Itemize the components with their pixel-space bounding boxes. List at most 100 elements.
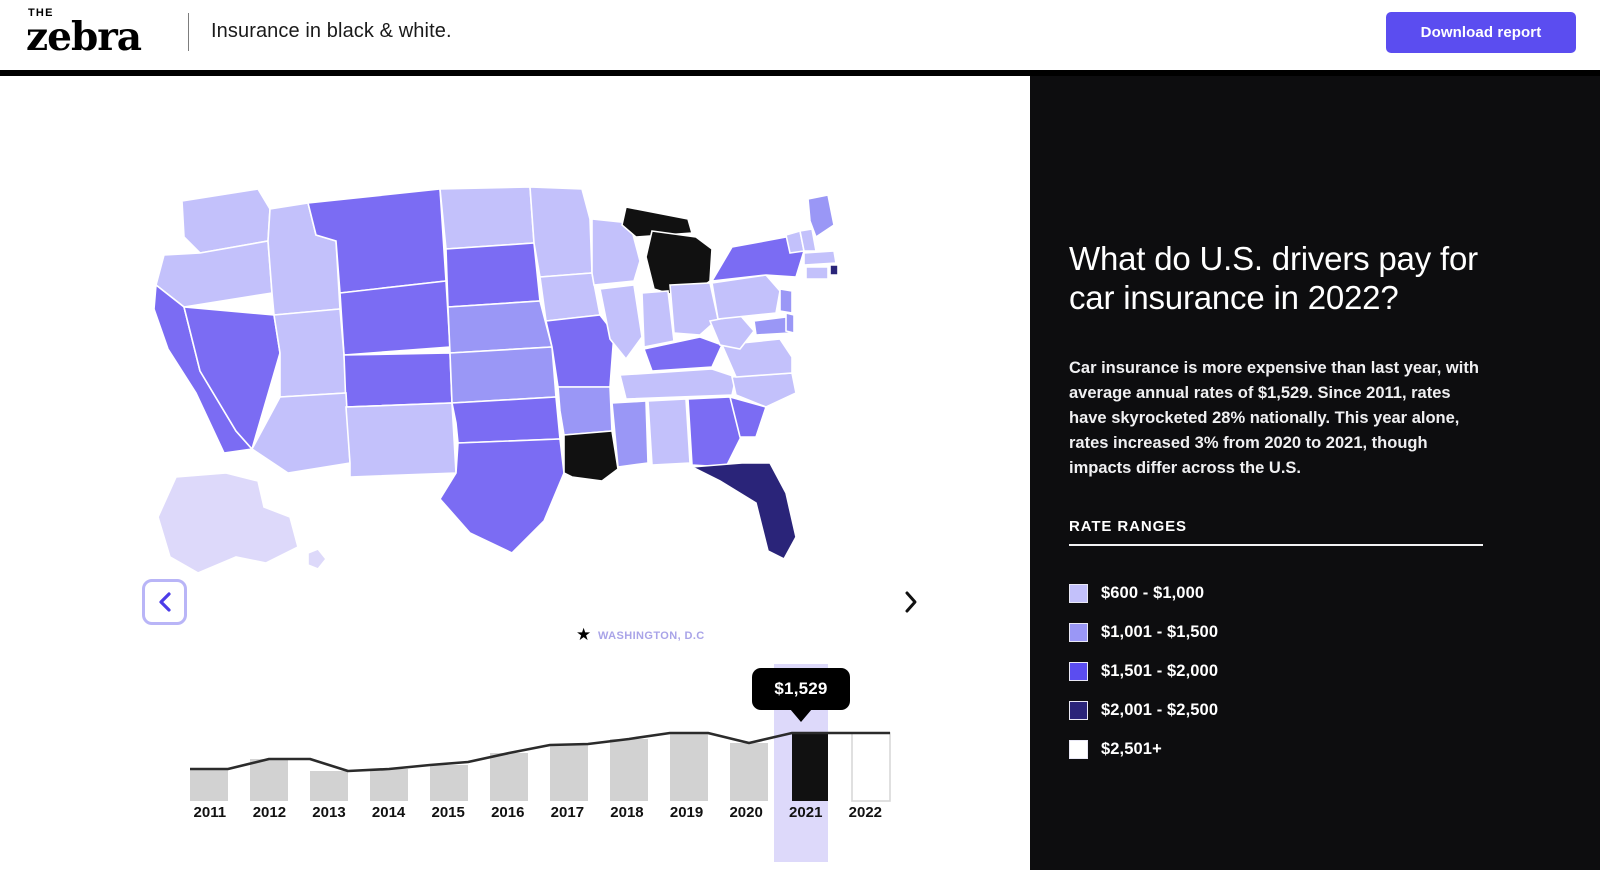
map-svg bbox=[153, 186, 839, 574]
state-texas[interactable] bbox=[439, 438, 565, 554]
year-label-2011[interactable]: 2011 bbox=[180, 804, 240, 821]
year-label-2020[interactable]: 2020 bbox=[716, 804, 776, 821]
legend-swatch-icon bbox=[1069, 740, 1088, 759]
state-louisiana[interactable] bbox=[563, 430, 619, 482]
legend-item-label: $2,501+ bbox=[1101, 740, 1162, 758]
state-connecticut[interactable] bbox=[805, 266, 829, 280]
state-missouri[interactable] bbox=[545, 314, 615, 388]
bar-2020[interactable] bbox=[730, 743, 768, 801]
bar-2019[interactable] bbox=[670, 733, 708, 801]
state-florida[interactable] bbox=[689, 462, 797, 561]
legend-swatch-icon bbox=[1069, 623, 1088, 642]
chevron-left-icon bbox=[158, 592, 171, 612]
trend-line bbox=[190, 731, 890, 773]
tagline: Insurance in black & white. bbox=[211, 20, 452, 43]
page-header: THE zebra Insurance in black & white. Do… bbox=[0, 0, 1600, 70]
year-timeline[interactable]: $1,529 2011 2012 2013 2014 2015 2016 201… bbox=[180, 656, 900, 870]
bar-2012[interactable] bbox=[250, 759, 288, 801]
year-label-2016[interactable]: 2016 bbox=[478, 804, 538, 821]
bar-2011[interactable] bbox=[190, 769, 228, 801]
washington-dc-label: WASHINGTON, D.C bbox=[598, 630, 705, 642]
state-iowa[interactable] bbox=[539, 272, 601, 322]
legend-item-label: $600 - $1,000 bbox=[1101, 584, 1205, 602]
state-mississippi[interactable] bbox=[611, 400, 649, 468]
year-label-2014[interactable]: 2014 bbox=[359, 804, 419, 821]
chevron-right-icon bbox=[905, 591, 917, 613]
info-pane: What do U.S. drivers pay for car insuran… bbox=[1030, 76, 1600, 870]
bar-2018[interactable] bbox=[610, 739, 648, 801]
state-wyoming[interactable] bbox=[339, 280, 451, 356]
infographic-root: THE zebra Insurance in black & white. Do… bbox=[0, 0, 1600, 870]
state-south-dakota[interactable] bbox=[445, 242, 541, 308]
legend-divider bbox=[1069, 544, 1483, 546]
state-minnesota[interactable] bbox=[529, 186, 593, 278]
state-utah[interactable] bbox=[273, 308, 347, 398]
state-arkansas[interactable] bbox=[557, 386, 613, 436]
state-nebraska[interactable] bbox=[447, 300, 554, 354]
state-north-dakota[interactable] bbox=[439, 186, 535, 250]
us-choropleth-map[interactable] bbox=[140, 181, 860, 601]
year-label-2017[interactable]: 2017 bbox=[538, 804, 598, 821]
download-report-button[interactable]: Download report bbox=[1386, 12, 1576, 53]
legend-item-2501-plus[interactable]: $2,501+ bbox=[1069, 730, 1489, 769]
legend-item-1501-2000[interactable]: $1,501 - $2,000 bbox=[1069, 652, 1489, 691]
state-tennessee[interactable] bbox=[618, 368, 737, 400]
state-new-mexico[interactable] bbox=[345, 402, 457, 478]
legend-heading: RATE RANGES bbox=[1069, 518, 1187, 535]
bar-2016[interactable] bbox=[490, 753, 528, 801]
state-delaware[interactable] bbox=[785, 311, 795, 335]
year-label-2021[interactable]: 2021 bbox=[776, 804, 836, 821]
next-year-button[interactable] bbox=[893, 581, 929, 623]
bar-2015[interactable] bbox=[430, 765, 468, 801]
previous-year-button[interactable] bbox=[142, 579, 187, 625]
year-label-2015[interactable]: 2015 bbox=[418, 804, 478, 821]
legend-item-label: $1,501 - $2,000 bbox=[1101, 662, 1219, 680]
year-label-2013[interactable]: 2013 bbox=[299, 804, 359, 821]
map-pane: ★ WASHINGTON, D.C $1,529 2011 2012 2013 … bbox=[0, 76, 1030, 870]
state-alaska[interactable] bbox=[157, 472, 299, 574]
state-new-jersey[interactable] bbox=[779, 288, 793, 314]
brand-divider bbox=[188, 12, 189, 51]
year-label-2019[interactable]: 2019 bbox=[657, 804, 717, 821]
timeline-chart-svg bbox=[190, 731, 891, 802]
state-oklahoma[interactable] bbox=[451, 396, 561, 444]
state-alabama[interactable] bbox=[647, 398, 691, 466]
state-pennsylvania[interactable] bbox=[711, 274, 781, 320]
bar-2017[interactable] bbox=[550, 745, 588, 801]
state-colorado[interactable] bbox=[343, 352, 453, 408]
legend-item-label: $2,001 - $2,500 bbox=[1101, 701, 1219, 719]
year-labels-row: 2011 2012 2013 2014 2015 2016 2017 2018 … bbox=[180, 804, 900, 821]
legend-item-1001-1500[interactable]: $1,001 - $1,500 bbox=[1069, 613, 1489, 652]
state-ohio[interactable] bbox=[669, 282, 719, 336]
state-rhode-island[interactable] bbox=[829, 264, 839, 276]
zebra-logo[interactable]: THE zebra bbox=[26, 8, 148, 60]
map-states bbox=[153, 186, 839, 574]
summary-paragraph: Car insurance is more expensive than las… bbox=[1069, 359, 1479, 478]
page-title: What do U.S. drivers pay for car insuran… bbox=[1069, 240, 1478, 316]
bar-2021[interactable] bbox=[792, 733, 828, 801]
legend-item-label: $1,001 - $1,500 bbox=[1101, 623, 1219, 641]
legend-item-600-1000[interactable]: $600 - $1,000 bbox=[1069, 574, 1489, 613]
bar-2014[interactable] bbox=[370, 769, 408, 801]
year-label-2022[interactable]: 2022 bbox=[836, 804, 896, 821]
year-label-2012[interactable]: 2012 bbox=[240, 804, 300, 821]
state-indiana[interactable] bbox=[641, 290, 675, 348]
washington-dc-star-icon: ★ bbox=[576, 625, 592, 644]
legend-list: $600 - $1,000 $1,001 - $1,500 $1,501 - $… bbox=[1069, 574, 1489, 769]
bar-2022[interactable] bbox=[851, 732, 891, 802]
brand-lockup: THE zebra Insurance in black & white. bbox=[26, 8, 452, 60]
state-kansas[interactable] bbox=[449, 346, 557, 404]
bar-2013[interactable] bbox=[310, 771, 348, 801]
legend-swatch-icon bbox=[1069, 701, 1088, 720]
state-maryland[interactable] bbox=[753, 316, 792, 336]
legend-swatch-icon bbox=[1069, 662, 1088, 681]
logo-zebra-text: zebra bbox=[26, 14, 142, 60]
legend-item-2001-2500[interactable]: $2,001 - $2,500 bbox=[1069, 691, 1489, 730]
state-massachusetts[interactable] bbox=[803, 250, 837, 266]
state-oregon[interactable] bbox=[155, 240, 273, 308]
state-hawaii[interactable] bbox=[307, 548, 328, 570]
timeline-bars bbox=[190, 732, 891, 802]
legend-swatch-icon bbox=[1069, 584, 1088, 603]
state-arizona[interactable] bbox=[250, 392, 351, 474]
year-label-2018[interactable]: 2018 bbox=[597, 804, 657, 821]
